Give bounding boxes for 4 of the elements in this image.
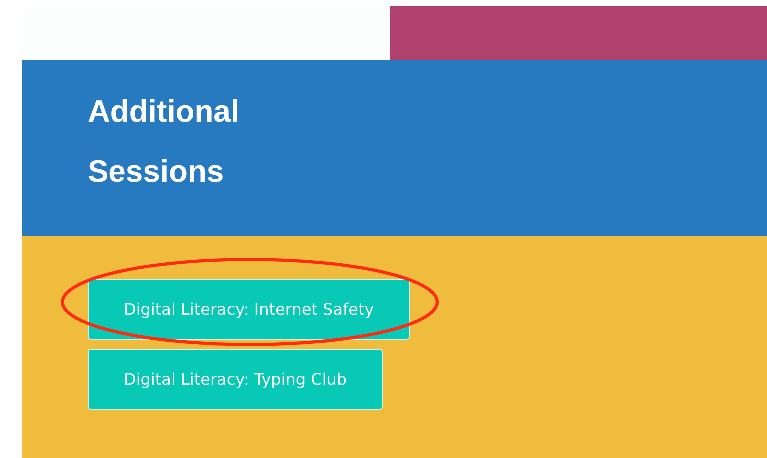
session-button[interactable]: Digital Literacy: Typing Club [88, 349, 384, 410]
section-title: Additional [88, 93, 240, 131]
session-button[interactable]: Digital Literacy: Internet Safety [88, 279, 410, 340]
section-title: Sessions [88, 153, 224, 191]
